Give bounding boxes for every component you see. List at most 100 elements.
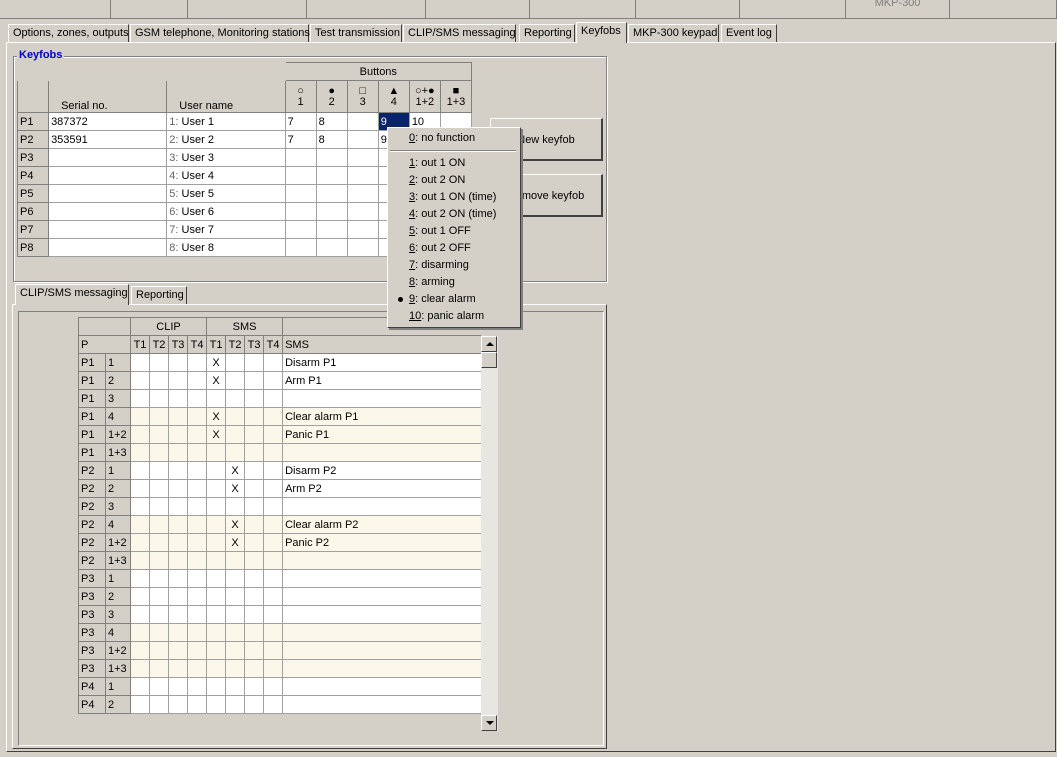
- sms-checkbox-cell[interactable]: [225, 371, 246, 390]
- clip-checkbox-cell[interactable]: [186, 371, 208, 390]
- menu-item-function-3[interactable]: 3: out 1 ON (time): [390, 189, 516, 206]
- serial-cell[interactable]: 387372: [48, 112, 168, 131]
- clip-checkbox-cell[interactable]: [186, 587, 208, 606]
- button-function-cell[interactable]: 8: [315, 130, 348, 149]
- sms-checkbox-cell[interactable]: [263, 677, 284, 696]
- sms-checkbox-cell[interactable]: [263, 515, 284, 534]
- clip-checkbox-cell[interactable]: [130, 569, 150, 588]
- clip-checkbox-cell[interactable]: [168, 371, 188, 390]
- clip-checkbox-cell[interactable]: [149, 389, 169, 408]
- sms-checkbox-cell[interactable]: [263, 641, 284, 660]
- sms-checkbox-cell[interactable]: [225, 695, 246, 714]
- sms-text-cell[interactable]: Disarm P2: [282, 461, 481, 480]
- sms-text-cell[interactable]: [282, 569, 481, 588]
- clip-checkbox-cell[interactable]: [186, 515, 208, 534]
- clip-checkbox-cell[interactable]: [149, 695, 169, 714]
- sms-checkbox-cell[interactable]: [206, 551, 227, 570]
- clip-checkbox-cell[interactable]: [149, 479, 169, 498]
- sms-text-cell[interactable]: Arm P2: [282, 479, 481, 498]
- tab-keyfobs[interactable]: Keyfobs: [576, 22, 627, 43]
- sms-checkbox-cell[interactable]: [225, 443, 246, 462]
- sms-text-cell[interactable]: [282, 623, 481, 642]
- clip-checkbox-cell[interactable]: [168, 479, 188, 498]
- sms-checkbox-cell[interactable]: [244, 533, 265, 552]
- clip-checkbox-cell[interactable]: [149, 641, 169, 660]
- sms-checkbox-cell[interactable]: X: [225, 515, 246, 534]
- clip-checkbox-cell[interactable]: [130, 515, 150, 534]
- sms-checkbox-cell[interactable]: [263, 461, 284, 480]
- sms-checkbox-cell[interactable]: X: [206, 371, 227, 390]
- user-name-cell[interactable]: 3: User 3: [166, 148, 286, 167]
- clip-checkbox-cell[interactable]: [186, 533, 208, 552]
- sms-checkbox-cell[interactable]: [244, 407, 265, 426]
- button-function-cell[interactable]: [315, 184, 348, 203]
- clip-checkbox-cell[interactable]: [186, 569, 208, 588]
- serial-cell[interactable]: [48, 166, 168, 185]
- clip-checkbox-cell[interactable]: [168, 533, 188, 552]
- vertical-scrollbar[interactable]: [481, 336, 498, 731]
- sms-checkbox-cell[interactable]: [244, 497, 265, 516]
- scroll-down-button[interactable]: [481, 715, 497, 731]
- sms-text-cell[interactable]: Disarm P1: [282, 353, 481, 372]
- menu-item-function-2[interactable]: 2: out 2 ON: [390, 172, 516, 189]
- clip-checkbox-cell[interactable]: [130, 605, 150, 624]
- sms-checkbox-cell[interactable]: [225, 659, 246, 678]
- sms-checkbox-cell[interactable]: [225, 569, 246, 588]
- sms-checkbox-cell[interactable]: X: [225, 461, 246, 480]
- clip-checkbox-cell[interactable]: [168, 569, 188, 588]
- sms-checkbox-cell[interactable]: [263, 353, 284, 372]
- clip-checkbox-cell[interactable]: [186, 389, 208, 408]
- button-function-cell[interactable]: [284, 220, 317, 239]
- clip-checkbox-cell[interactable]: [130, 497, 150, 516]
- clip-checkbox-cell[interactable]: [130, 695, 150, 714]
- sms-checkbox-cell[interactable]: [263, 407, 284, 426]
- sms-checkbox-cell[interactable]: [206, 695, 227, 714]
- sms-checkbox-cell[interactable]: [263, 551, 284, 570]
- clip-checkbox-cell[interactable]: [168, 389, 188, 408]
- sms-checkbox-cell[interactable]: [244, 569, 265, 588]
- menu-item-function-10[interactable]: 10: panic alarm: [390, 308, 516, 325]
- clip-checkbox-cell[interactable]: [168, 623, 188, 642]
- sms-checkbox-cell[interactable]: X: [225, 479, 246, 498]
- tab-mkp-300-keypad[interactable]: MKP-300 keypad: [628, 24, 719, 42]
- menu-item-function-9[interactable]: 9: clear alarm: [390, 291, 516, 308]
- tab-test-transmission[interactable]: Test transmission: [310, 24, 402, 42]
- sms-checkbox-cell[interactable]: X: [206, 353, 227, 372]
- sms-checkbox-cell[interactable]: [263, 569, 284, 588]
- menu-item-function-6[interactable]: 6: out 2 OFF: [390, 240, 516, 257]
- clip-checkbox-cell[interactable]: [130, 677, 150, 696]
- serial-cell[interactable]: 353591: [48, 130, 168, 149]
- sms-checkbox-cell[interactable]: [244, 461, 265, 480]
- sms-text-cell[interactable]: [282, 587, 481, 606]
- sms-checkbox-cell[interactable]: [225, 497, 246, 516]
- sms-checkbox-cell[interactable]: [206, 515, 227, 534]
- clip-checkbox-cell[interactable]: [168, 677, 188, 696]
- button-function-cell[interactable]: [346, 112, 379, 131]
- sms-checkbox-cell[interactable]: [244, 443, 265, 462]
- clip-checkbox-cell[interactable]: [168, 443, 188, 462]
- button-function-cell[interactable]: 7: [284, 130, 317, 149]
- tab-clip-sms-messaging[interactable]: CLIP/SMS messaging: [403, 24, 516, 42]
- button-function-cell[interactable]: [346, 184, 379, 203]
- sms-text-cell[interactable]: [282, 695, 481, 714]
- clip-checkbox-cell[interactable]: [168, 551, 188, 570]
- user-name-cell[interactable]: 6: User 6: [166, 202, 286, 221]
- user-name-cell[interactable]: 7: User 7: [166, 220, 286, 239]
- sms-checkbox-cell[interactable]: [244, 371, 265, 390]
- button-function-cell[interactable]: 8: [315, 112, 348, 131]
- button-function-cell[interactable]: [315, 148, 348, 167]
- button-function-cell[interactable]: [284, 238, 317, 257]
- clip-checkbox-cell[interactable]: [168, 497, 188, 516]
- clip-checkbox-cell[interactable]: [186, 623, 208, 642]
- clip-checkbox-cell[interactable]: [186, 461, 208, 480]
- clip-checkbox-cell[interactable]: [130, 533, 150, 552]
- serial-cell[interactable]: [48, 220, 168, 239]
- menu-item-function-8[interactable]: 8: arming: [390, 274, 516, 291]
- clip-checkbox-cell[interactable]: [186, 677, 208, 696]
- clip-checkbox-cell[interactable]: [186, 551, 208, 570]
- button-function-cell[interactable]: [315, 166, 348, 185]
- user-name-cell[interactable]: 1: User 1: [166, 112, 286, 131]
- clip-checkbox-cell[interactable]: [149, 605, 169, 624]
- clip-checkbox-cell[interactable]: [130, 479, 150, 498]
- button-function-cell[interactable]: [346, 220, 379, 239]
